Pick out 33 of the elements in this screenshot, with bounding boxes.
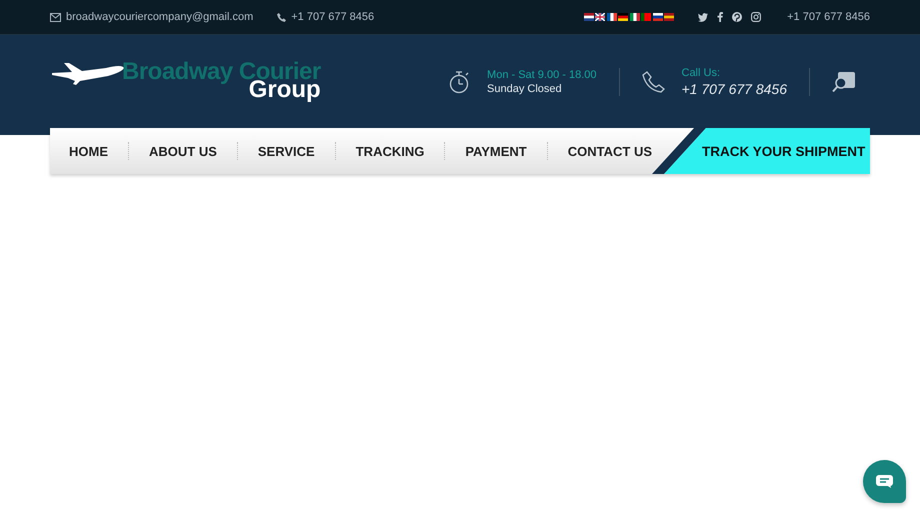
flag-icon[interactable]	[584, 13, 594, 21]
email-address[interactable]: broadwaycouriercompany@gmail.com	[66, 11, 254, 23]
call-number: +1 707 677 8456	[682, 80, 787, 96]
nav-link[interactable]: SERVICE	[258, 144, 315, 158]
chat-icon	[876, 475, 893, 488]
nav-link[interactable]: ABOUT US	[149, 144, 217, 158]
nav-link[interactable]: HOME	[69, 144, 108, 158]
twitter-icon[interactable]	[698, 12, 708, 22]
facebook-icon[interactable]	[717, 12, 724, 22]
email-icon	[50, 12, 61, 22]
instagram-icon[interactable]	[751, 12, 762, 22]
phone-number: +1 707 677 8456	[291, 11, 374, 23]
flag-icon[interactable]	[664, 13, 674, 21]
search-icon[interactable]	[832, 70, 856, 92]
chat-button[interactable]	[863, 460, 906, 503]
stopwatch-icon	[449, 70, 472, 94]
phone-icon	[642, 70, 666, 92]
flag-icon[interactable]	[618, 13, 628, 21]
flag-icon[interactable]	[606, 13, 617, 21]
flag-icon[interactable]	[630, 13, 640, 21]
track-shipment-button[interactable]: TRACK YOUR SHIPMENT	[662, 128, 870, 174]
hours-label: Mon - Sat 9.00 - 18.00	[487, 68, 596, 80]
flag-icon[interactable]	[652, 13, 663, 21]
nav-link[interactable]: PAYMENT	[465, 144, 527, 158]
pinterest-icon[interactable]	[732, 12, 742, 22]
phone-icon	[277, 12, 286, 22]
call-label: Call Us:	[682, 66, 722, 78]
logo-text: Group	[248, 79, 321, 101]
nav-link[interactable]: CONTACT US	[568, 144, 652, 158]
hours-value: Sunday Closed	[487, 82, 563, 94]
nav-link[interactable]: TRACKING	[356, 144, 424, 158]
phone-number: +1 707 677 8456	[787, 11, 870, 23]
flag-icon[interactable]	[595, 13, 606, 21]
